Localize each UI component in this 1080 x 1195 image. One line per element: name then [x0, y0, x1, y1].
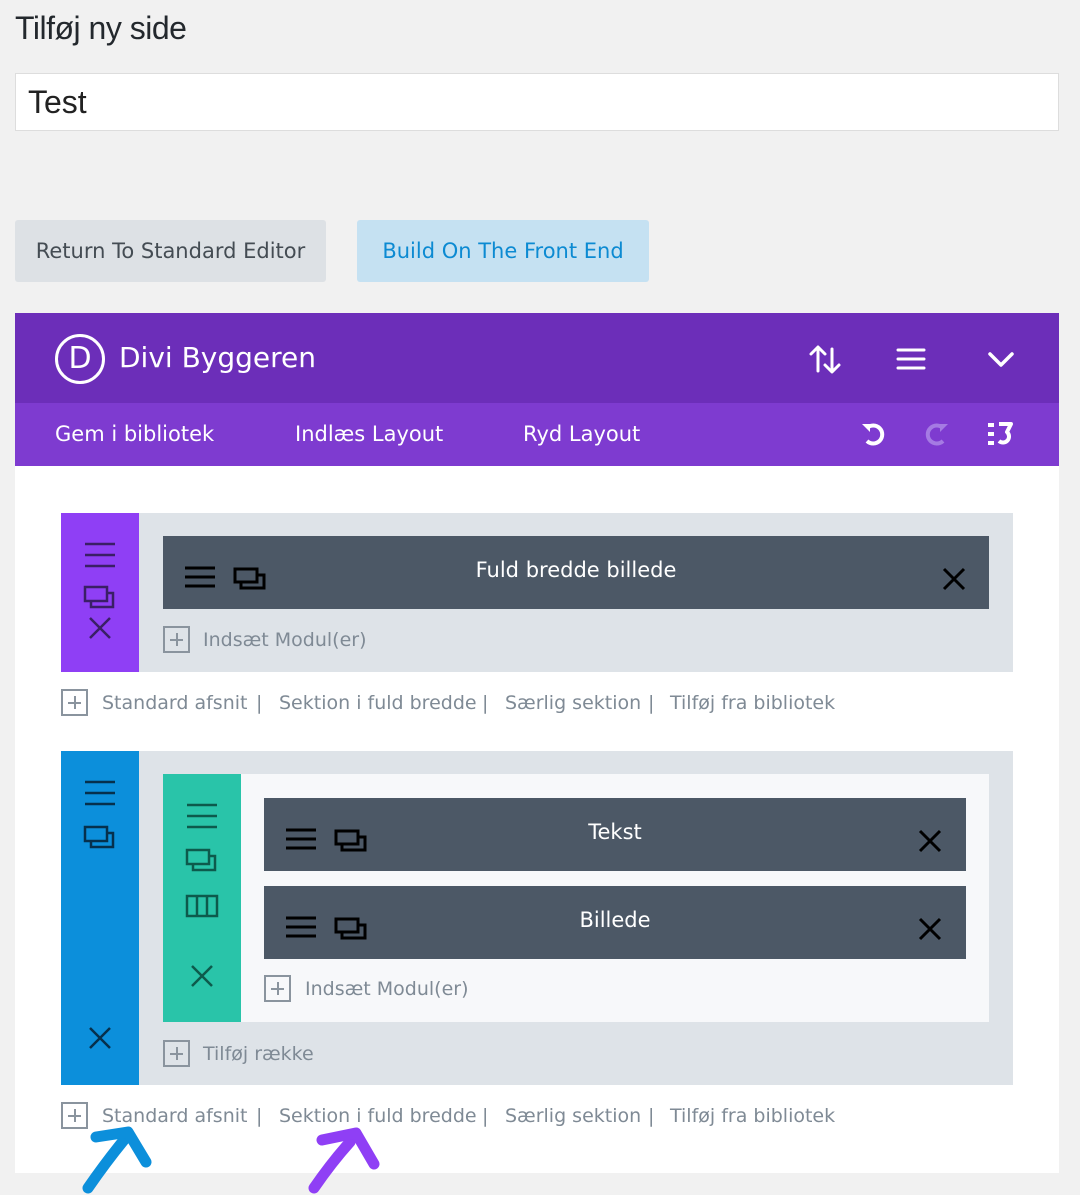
return-standard-editor-button[interactable]: Return To Standard Editor [15, 220, 326, 282]
close-icon[interactable] [189, 963, 215, 989]
standard-section: Tekst Billede Indsæt Modul(er) Tilføj ræ… [61, 751, 1013, 1085]
builder-toolbar: Gem i bibliotek Indlæs Layout Ryd Layout [15, 403, 1059, 466]
menu-icon[interactable] [893, 341, 929, 377]
add-row-link[interactable]: Tilføj række [203, 1043, 314, 1065]
row: Tekst Billede Indsæt Modul(er) [163, 774, 989, 1022]
clear-layout-link[interactable]: Ryd Layout [523, 422, 640, 446]
section-handle-bar[interactable] [61, 513, 139, 672]
separator: | [648, 1105, 655, 1127]
duplicate-icon[interactable] [83, 585, 117, 611]
drag-menu-icon[interactable] [83, 779, 117, 807]
module-title: Tekst [588, 820, 642, 844]
insert-module-link[interactable]: Indsæt Modul(er) [203, 629, 366, 651]
add-from-library-link[interactable]: Tilføj fra bibliotek [670, 692, 835, 714]
module-text[interactable]: Tekst [264, 798, 966, 871]
undo-icon[interactable] [859, 419, 889, 449]
drag-menu-icon[interactable] [185, 802, 219, 830]
separator: | [256, 692, 263, 714]
section-handle-bar[interactable] [61, 751, 139, 1085]
close-icon[interactable] [941, 566, 967, 592]
post-title-input[interactable]: Test [15, 73, 1059, 131]
add-special-section-link[interactable]: Særlig sektion [505, 1105, 641, 1127]
drag-menu-icon[interactable] [83, 541, 117, 569]
close-icon[interactable] [917, 828, 943, 854]
fullwidth-section: Fuld bredde billede Indsæt Modul(er) [61, 513, 1013, 672]
insert-module-link[interactable]: Indsæt Modul(er) [305, 978, 468, 1000]
add-fullwidth-section-link[interactable]: Sektion i fuld bredde [279, 692, 477, 714]
close-icon[interactable] [87, 1025, 113, 1051]
arrow-annotation-purple [308, 1127, 380, 1194]
separator: | [482, 1105, 489, 1127]
duplicate-icon[interactable] [185, 848, 219, 874]
separator: | [482, 692, 489, 714]
add-standard-section-link[interactable]: Standard afsnit [102, 692, 247, 714]
module-image[interactable]: Billede [264, 886, 966, 959]
builder-title: Divi Byggeren [119, 341, 317, 374]
close-icon[interactable] [87, 615, 113, 641]
plus-icon[interactable] [264, 975, 291, 1002]
plus-icon[interactable] [163, 1040, 190, 1067]
sort-arrows-icon[interactable] [807, 341, 843, 377]
add-from-library-link[interactable]: Tilføj fra bibliotek [670, 1105, 835, 1127]
module-fullwidth-image[interactable]: Fuld bredde billede [163, 536, 989, 609]
duplicate-icon[interactable] [83, 825, 117, 851]
close-icon[interactable] [917, 916, 943, 942]
section-actions: Standard afsnit | Sektion i fuld bredde … [61, 1102, 861, 1135]
page-title: Tilføj ny side [15, 10, 187, 46]
add-special-section-link[interactable]: Særlig sektion [505, 692, 641, 714]
separator: | [648, 692, 655, 714]
separator: | [256, 1105, 263, 1127]
plus-icon[interactable] [163, 626, 190, 653]
plus-icon[interactable] [61, 689, 88, 716]
arrow-annotation-blue [82, 1126, 152, 1194]
chevron-down-icon[interactable] [983, 341, 1019, 377]
divi-logo: D [55, 334, 105, 384]
save-to-library-link[interactable]: Gem i bibliotek [55, 422, 214, 446]
divi-builder: D Divi Byggeren Gem i bibliotek Indlæs L… [15, 313, 1059, 1173]
redo-icon[interactable] [921, 419, 951, 449]
load-layout-link[interactable]: Indlæs Layout [295, 422, 443, 446]
history-icon[interactable] [985, 419, 1015, 449]
columns-icon[interactable] [185, 894, 219, 918]
row-handle-bar[interactable] [163, 774, 241, 1022]
module-title: Billede [579, 908, 651, 932]
section-actions: Standard afsnit | Sektion i fuld bredde … [61, 689, 861, 722]
builder-header: D Divi Byggeren [15, 313, 1059, 403]
build-front-end-button[interactable]: Build On The Front End [357, 220, 649, 282]
module-title: Fuld bredde billede [475, 558, 677, 582]
